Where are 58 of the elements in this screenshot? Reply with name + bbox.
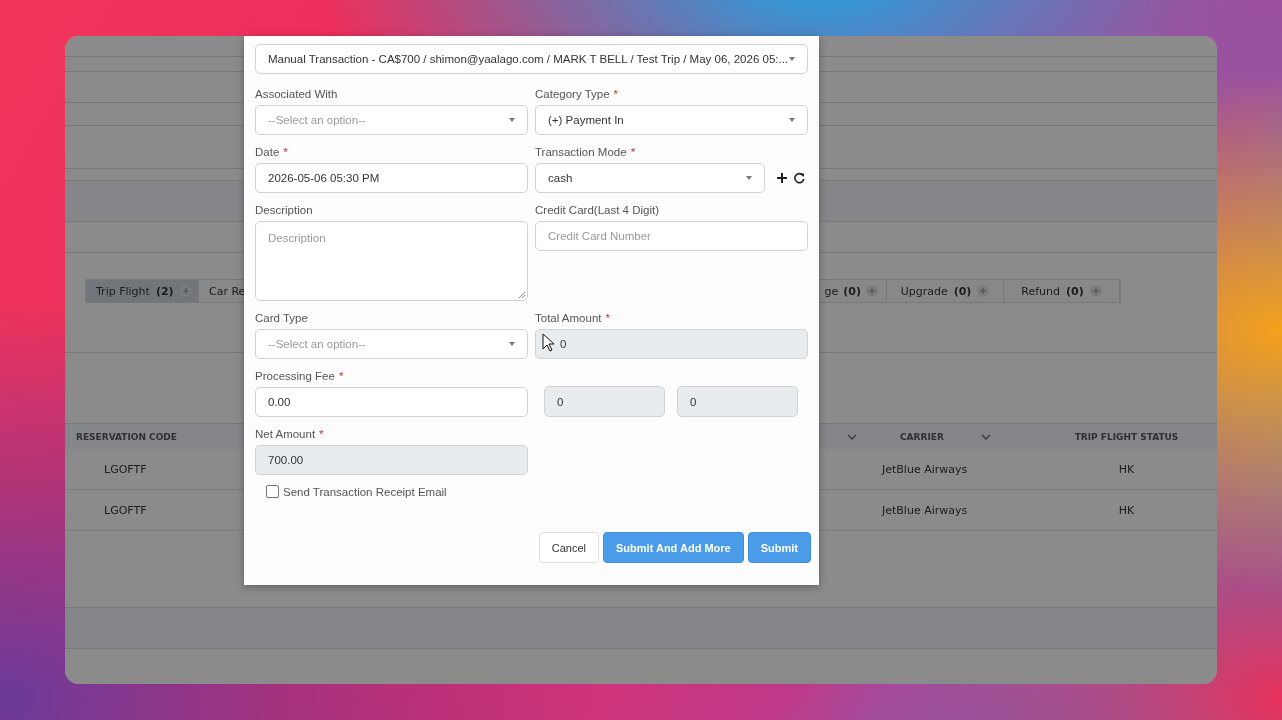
tab-count: (0) [843, 284, 861, 298]
table-cell: HK [1118, 503, 1135, 517]
tab[interactable]: Upgrade (0) [887, 280, 1004, 302]
transaction-select[interactable]: Manual Transaction - CA$700 / shimon@yaalago.com / MARK T BELL / Test Trip / May 06, 2026 05:... [255, 44, 808, 74]
tab-label: Trip Flight [96, 284, 150, 298]
table-cell: JetBlue Airways [882, 503, 968, 517]
required-mark: * [613, 88, 619, 100]
add-icon[interactable] [776, 172, 788, 184]
tab-count: (0) [1066, 284, 1084, 298]
input-field[interactable]: Credit Card Number [535, 221, 808, 251]
table-cell: LGOFTF [104, 503, 147, 517]
tab-label: Car Re [209, 284, 244, 298]
field-label: Credit Card(Last 4 Digit) [535, 204, 659, 216]
field-label: Category Type [535, 88, 610, 100]
input-field[interactable]: 0.00 [255, 387, 528, 417]
tab-label: ge [824, 284, 839, 298]
input-field[interactable]: 0 [544, 386, 665, 417]
required-mark: * [630, 146, 636, 158]
input-field[interactable]: 700.00 [255, 445, 528, 475]
checkbox-label: Send Transaction Receipt Email [283, 485, 447, 498]
select-field[interactable]: cash [535, 163, 765, 193]
field-label: Description [255, 204, 313, 216]
table-cell: JetBlue Airways [882, 462, 968, 476]
tab[interactable]: Refund (0) [1004, 280, 1120, 302]
tab-count: (0) [953, 284, 972, 298]
tab[interactable]: Trip Flight (2) [86, 280, 199, 302]
column-header: CARRIER [900, 431, 944, 442]
required-mark: * [319, 428, 324, 440]
required-mark: * [338, 370, 344, 382]
column-header: RESERVATION CODE [76, 431, 177, 442]
field-label: Transaction Mode [535, 146, 627, 158]
description-field[interactable]: Description [255, 221, 528, 301]
column-header: TRIP FLIGHT STATUS [1074, 431, 1179, 442]
required-mark: * [605, 312, 610, 324]
tab-label: Refund [1021, 284, 1060, 298]
field-label: Total Amount [535, 312, 602, 324]
field-label: Date [255, 146, 280, 158]
input-field[interactable]: 0 [535, 329, 808, 359]
field-label: Associated With [255, 88, 338, 100]
table-cell: LGOFTF [104, 462, 147, 476]
tab-count: (2) [155, 284, 174, 298]
required-mark: * [283, 146, 288, 158]
select-field[interactable]: --Select an option-- [255, 329, 528, 359]
input-field[interactable]: 2026-05-06 05:30 PM [255, 163, 528, 193]
select-field[interactable]: (+) Payment In [535, 105, 808, 135]
field-label: Card Type [255, 312, 308, 324]
field-label: Processing Fee [255, 370, 335, 382]
table-cell: HK [1118, 462, 1135, 476]
tab-label: Upgrade [900, 284, 948, 298]
submit-button[interactable]: Submit [747, 532, 811, 563]
checkbox[interactable] [266, 485, 279, 498]
input-field[interactable]: 0 [677, 386, 798, 417]
submit-button[interactable]: Submit And Add More [603, 532, 744, 563]
resize-handle-icon [516, 289, 526, 299]
cancel-button[interactable]: Cancel [538, 532, 600, 563]
refresh-icon[interactable] [793, 172, 805, 184]
select-field[interactable]: --Select an option-- [255, 105, 528, 135]
field-label: Net Amount [255, 428, 316, 440]
